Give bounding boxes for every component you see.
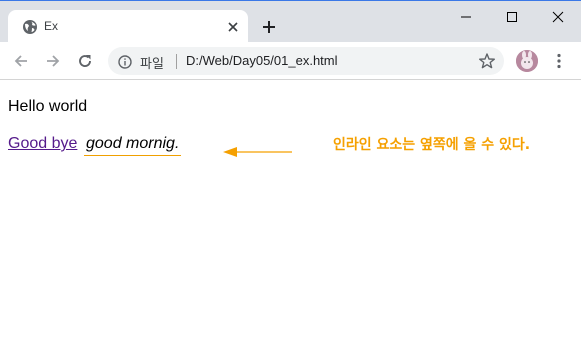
window-close-icon[interactable] (535, 5, 581, 29)
omnibox-divider (176, 54, 177, 69)
arrow-left-icon (222, 144, 294, 163)
more-vert-icon[interactable] (552, 50, 566, 72)
address-bar[interactable]: 파일 D:/Web/Day05/01_ex.html (108, 47, 504, 75)
star-icon[interactable] (478, 52, 496, 70)
plus-icon[interactable] (258, 16, 280, 38)
good-bye-link[interactable]: Good bye (8, 135, 77, 153)
forward-arrow-icon[interactable] (42, 50, 64, 72)
close-icon[interactable] (224, 18, 242, 36)
reload-icon[interactable] (74, 50, 96, 72)
page-content: Hello world Good bye good mornig. 인라인 요소… (0, 80, 581, 339)
url-text[interactable]: D:/Web/Day05/01_ex.html (186, 53, 338, 68)
emphasis-text: good mornig. (84, 135, 182, 156)
avatar[interactable] (516, 50, 538, 72)
security-label: 파일 (140, 57, 164, 72)
back-arrow-icon[interactable] (10, 50, 32, 72)
title-bar: Ex (0, 1, 581, 43)
globe-icon (22, 19, 38, 35)
hello-text: Hello world (8, 98, 88, 115)
maximize-icon[interactable] (489, 5, 535, 29)
browser-tab[interactable]: Ex (8, 10, 248, 43)
info-icon[interactable] (118, 54, 132, 69)
toolbar: 파일 D:/Web/Day05/01_ex.html (0, 42, 581, 80)
tab-title: Ex (44, 19, 59, 33)
minimize-icon[interactable] (443, 5, 489, 29)
annotation-note: 인라인 요소는 옆쪽에 올 수 있다. (333, 137, 531, 153)
